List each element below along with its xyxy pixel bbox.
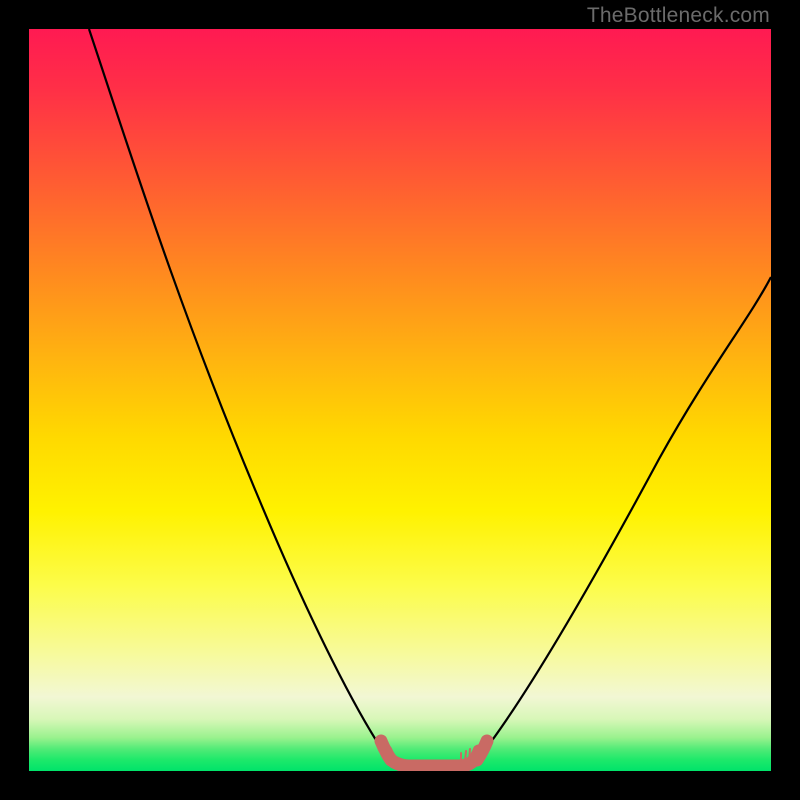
chart-frame: TheBottleneck.com	[0, 0, 800, 800]
watermark-text: TheBottleneck.com	[587, 4, 770, 28]
highlight-left-nub	[381, 741, 391, 760]
highlight-right-nub	[477, 741, 487, 760]
curve-right	[474, 277, 771, 764]
plot-area	[29, 29, 771, 771]
chart-svg	[29, 29, 771, 771]
curve-left	[89, 29, 392, 764]
